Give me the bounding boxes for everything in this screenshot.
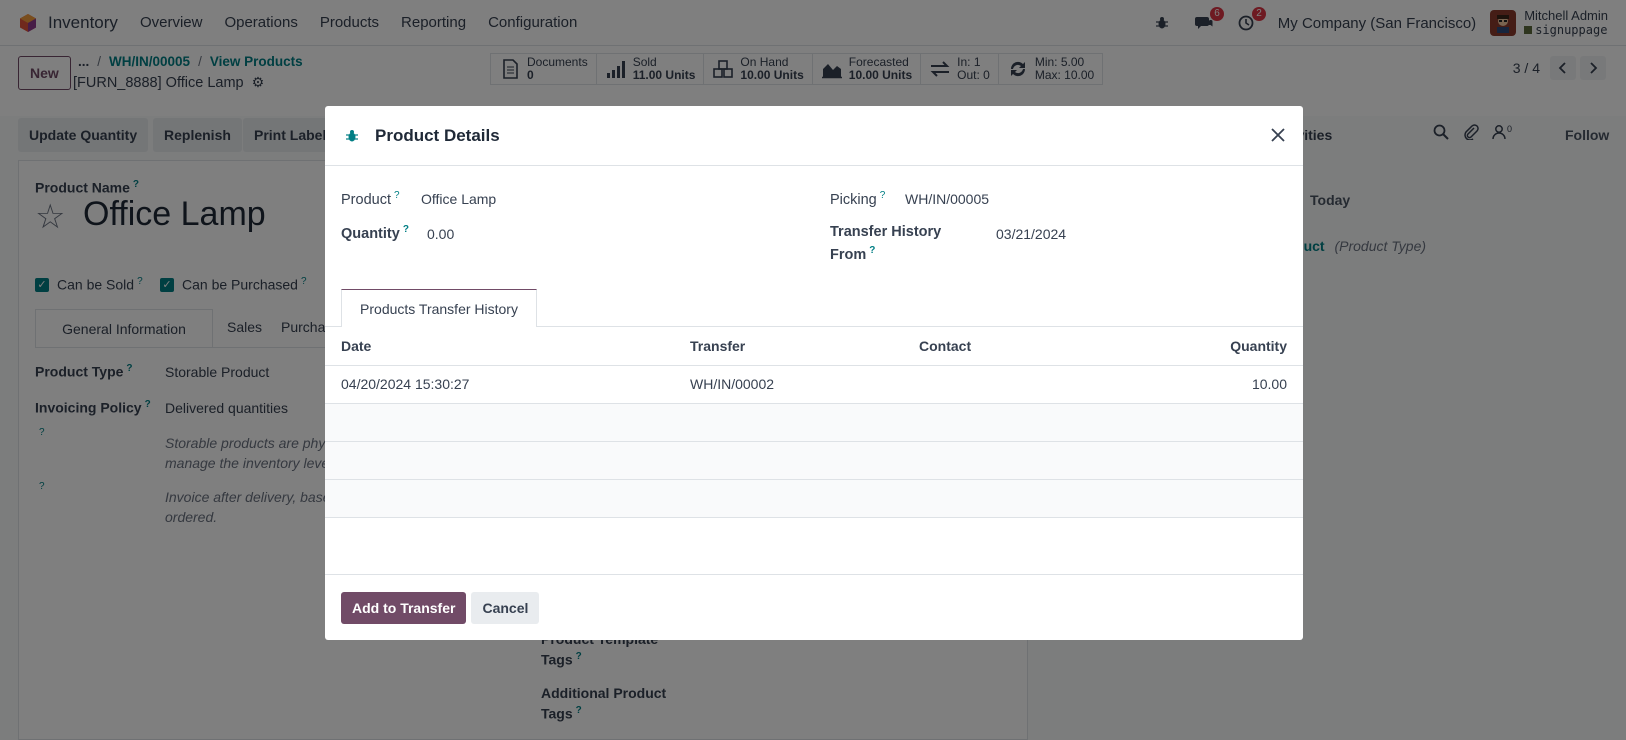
cell-quantity: 10.00 bbox=[1103, 365, 1303, 404]
column-header-transfer[interactable]: Transfer bbox=[674, 327, 903, 366]
product-field-value[interactable]: Office Lamp bbox=[421, 191, 496, 207]
picking-field-label: Picking? bbox=[830, 190, 886, 208]
history-from-label-2: From? bbox=[830, 245, 876, 263]
tab-products-transfer-history[interactable]: Products Transfer History bbox=[341, 289, 537, 327]
cell-contact bbox=[903, 365, 1103, 404]
column-header-quantity[interactable]: Quantity bbox=[1103, 327, 1303, 366]
cancel-button[interactable]: Cancel bbox=[471, 591, 540, 624]
table-header-row: Date Transfer Contact Quantity bbox=[325, 327, 1303, 366]
dialog-footer: Add to Transfer Cancel bbox=[325, 574, 1303, 640]
add-to-transfer-button[interactable]: Add to Transfer bbox=[341, 591, 467, 624]
quantity-field-value[interactable]: 0.00 bbox=[427, 226, 454, 242]
cell-transfer: WH/IN/00002 bbox=[674, 365, 903, 404]
table-row[interactable]: 04/20/2024 15:30:27 WH/IN/00002 10.00 bbox=[325, 365, 1303, 404]
history-from-value[interactable]: 03/21/2024 bbox=[996, 226, 1066, 242]
dialog-title: Product Details bbox=[375, 125, 500, 145]
empty-row bbox=[325, 403, 1303, 442]
column-header-contact[interactable]: Contact bbox=[903, 327, 1103, 366]
picking-field-value[interactable]: WH/IN/00005 bbox=[905, 191, 989, 207]
cell-date: 04/20/2024 15:30:27 bbox=[325, 365, 674, 404]
history-from-label-1: Transfer History bbox=[830, 224, 942, 240]
empty-row bbox=[325, 479, 1303, 518]
column-header-date[interactable]: Date bbox=[325, 327, 674, 366]
dialog-header: Product Details bbox=[325, 106, 1303, 166]
empty-row bbox=[325, 441, 1303, 480]
product-field-label: Product? bbox=[341, 190, 400, 208]
close-icon[interactable] bbox=[1267, 124, 1289, 146]
bug-icon bbox=[346, 129, 358, 141]
quantity-field-label: Quantity? bbox=[341, 224, 409, 242]
product-details-dialog: Product Details Product? Office Lamp Qua… bbox=[325, 106, 1303, 640]
transfer-history-table: Date Transfer Contact Quantity 04/20/202… bbox=[325, 327, 1303, 518]
